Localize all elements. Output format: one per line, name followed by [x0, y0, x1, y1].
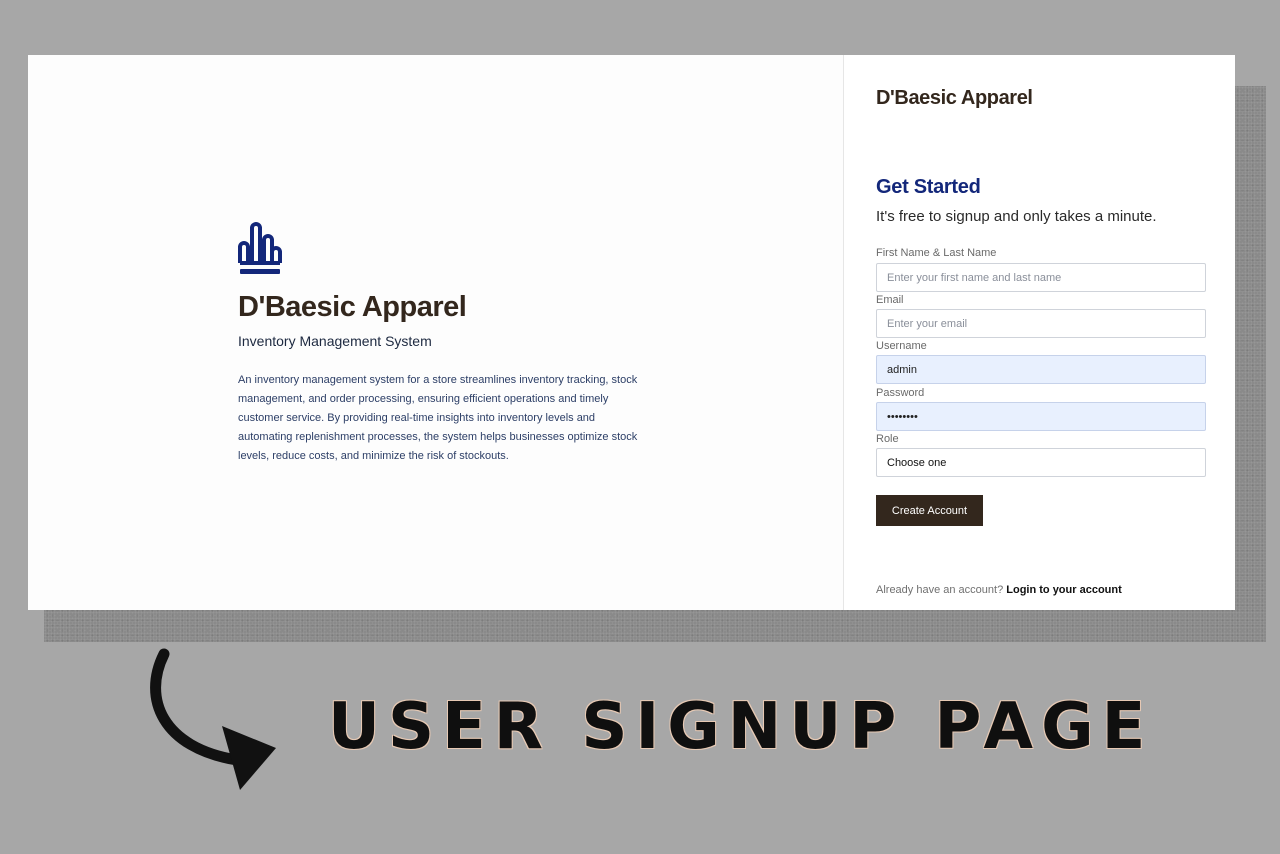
banner-caption: USER SIGNUP PAGE [328, 690, 1154, 764]
hero-title: D'Baesic Apparel [238, 291, 467, 323]
name-input[interactable] [876, 263, 1206, 292]
brand-name: D'Baesic Apparel [876, 87, 1033, 109]
password-input[interactable] [876, 402, 1206, 431]
username-input[interactable] [876, 355, 1206, 384]
password-label: Password [876, 387, 925, 399]
login-prompt-text: Already have an account? [876, 584, 1004, 596]
login-link[interactable]: Login to your account [1006, 584, 1122, 596]
role-select[interactable]: Choose one [876, 448, 1206, 477]
form-subtitle: It's free to signup and only takes a min… [876, 208, 1157, 225]
login-prompt-row: Already have an account? Login to your a… [876, 584, 1122, 596]
role-label: Role [876, 433, 899, 445]
form-title: Get Started [876, 176, 981, 198]
hero-panel: D'Baesic Apparel Inventory Management Sy… [28, 55, 843, 610]
hero-description: An inventory management system for a sto… [238, 374, 638, 462]
email-label: Email [876, 294, 904, 306]
bar-chart-icon [238, 222, 282, 274]
hero-subtitle: Inventory Management System [238, 333, 432, 349]
app-window: D'Baesic Apparel Inventory Management Sy… [28, 55, 1235, 610]
signup-panel: D'Baesic Apparel Get Started It's free t… [843, 55, 1235, 610]
create-account-button[interactable]: Create Account [876, 495, 983, 526]
email-input[interactable] [876, 309, 1206, 338]
curved-arrow-icon [150, 648, 276, 790]
username-label: Username [876, 340, 927, 352]
name-label: First Name & Last Name [876, 247, 997, 259]
